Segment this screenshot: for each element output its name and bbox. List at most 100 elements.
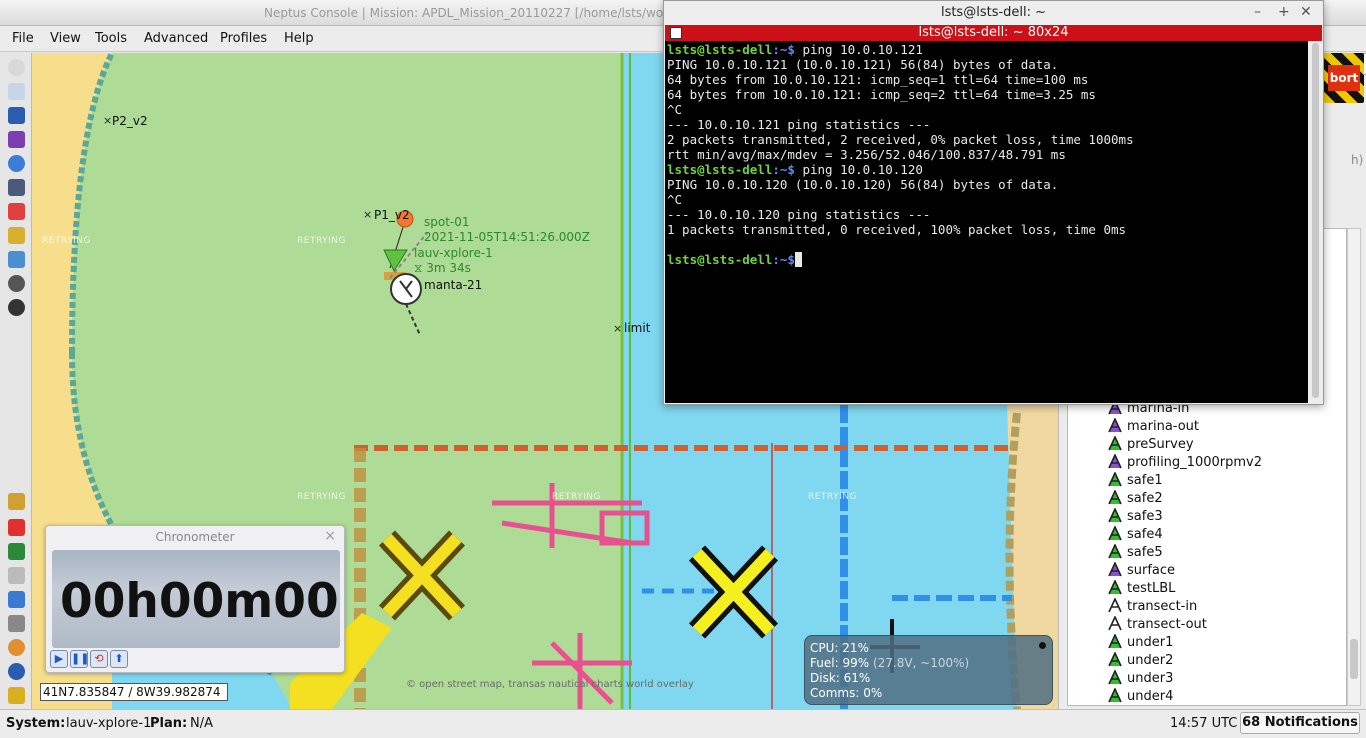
pan-tool-icon[interactable] xyxy=(8,59,25,76)
prompt-path: :~$ xyxy=(772,252,795,267)
plan-icon xyxy=(1108,561,1122,577)
chronometer-time: 00h00m00s xyxy=(60,574,340,629)
menu-advanced[interactable]: Advanced xyxy=(144,31,208,46)
maximize-icon[interactable]: + xyxy=(1278,4,1290,20)
terminal-window[interactable]: lsts@lsts-dell: ~ – + ✕ lsts@lsts-dell: … xyxy=(663,0,1324,405)
info-icon[interactable] xyxy=(8,663,25,680)
system-value: lauv-xplore-1 xyxy=(66,716,152,731)
keyboard-icon[interactable] xyxy=(8,567,25,584)
minimize-icon[interactable]: – xyxy=(1254,4,1261,20)
marker-tool-icon[interactable] xyxy=(8,519,25,536)
abort-button[interactable]: bort xyxy=(1324,53,1364,103)
scroll-thumb[interactable] xyxy=(1350,639,1358,679)
image-tool-icon[interactable] xyxy=(8,251,25,268)
plan-item[interactable]: transect-in xyxy=(1127,599,1197,614)
menu-help[interactable]: Help xyxy=(284,31,314,46)
spot-time-label: 2021-11-05T14:51:26.000Z xyxy=(424,230,590,244)
plan-item[interactable]: surface xyxy=(1127,563,1175,578)
plan-item[interactable]: preSurvey xyxy=(1127,437,1194,452)
plan-list-scrollbar[interactable] xyxy=(1347,228,1361,706)
terminal-tab-icon xyxy=(670,27,682,39)
plan-item[interactable]: marina-out xyxy=(1127,419,1199,434)
menu-tools[interactable]: Tools xyxy=(95,31,127,46)
svg-text:×: × xyxy=(613,322,622,335)
plan-icon xyxy=(1108,417,1122,433)
fuel-value: 99% xyxy=(842,656,870,670)
limit-label: limit xyxy=(624,321,651,335)
plan-icon xyxy=(1108,597,1122,613)
system-label: System: xyxy=(6,716,66,731)
retrying-label: RETRYING xyxy=(552,492,601,502)
prompt-user: lsts@lsts-dell xyxy=(667,42,773,57)
terminal-screen[interactable]: lsts@lsts-dell:~$ ping 10.0.10.121 PING … xyxy=(665,41,1308,403)
plan-item[interactable]: safe5 xyxy=(1127,545,1163,560)
plan-item[interactable]: safe1 xyxy=(1127,473,1163,488)
command-output: PING 10.0.10.120 (10.0.10.120) 56(84) by… xyxy=(667,177,1127,237)
cpu-label: CPU: xyxy=(810,641,839,655)
chart-tool-icon[interactable] xyxy=(8,591,25,608)
plan-item[interactable]: profiling_1000rpmv2 xyxy=(1127,455,1262,470)
plan-icon xyxy=(1108,525,1122,541)
plan-item[interactable]: transect-out xyxy=(1127,617,1207,632)
prompt-user: lsts@lsts-dell xyxy=(667,252,773,267)
main-window-title: Neptus Console | Mission: APDL_Mission_2… xyxy=(264,6,664,20)
plan-icon xyxy=(1108,543,1122,559)
status-bar: System: lauv-xplore-1 Plan: N/A 14:57 UT… xyxy=(0,709,1366,738)
cursor-coordinates: 41N7.835847 / 8W39.982874 xyxy=(40,683,228,701)
plan-item[interactable]: under1 xyxy=(1127,635,1173,650)
vehicle-eta-label: ⧖ 3m 34s xyxy=(414,261,471,275)
plan-item[interactable]: under4 xyxy=(1127,689,1173,704)
terminal-scrollbar[interactable] xyxy=(1309,41,1322,403)
select-tool-icon[interactable] xyxy=(8,107,25,124)
globe-tool-icon[interactable] xyxy=(8,155,25,172)
edit-tool-icon[interactable] xyxy=(8,203,25,220)
terminal-title: lsts@lsts-dell: ~ xyxy=(940,5,1047,20)
chronometer-title: Chronometer xyxy=(155,530,235,544)
terminal-tab[interactable]: lsts@lsts-dell: ~ 80x24 xyxy=(665,25,1322,41)
retrying-label: RETRYING xyxy=(297,492,346,502)
notifications-button[interactable]: 68 Notifications xyxy=(1240,712,1360,734)
ruler-tool-icon[interactable] xyxy=(8,131,25,148)
command-line: ping 10.0.10.121 xyxy=(794,42,923,57)
pin-icon[interactable] xyxy=(8,639,25,656)
close-icon[interactable]: × xyxy=(324,528,336,544)
target-icon[interactable] xyxy=(8,299,25,316)
terminal-cursor xyxy=(794,252,803,267)
print-icon[interactable] xyxy=(8,615,25,632)
reset-icon[interactable]: ⟲ xyxy=(90,650,108,668)
plan-item[interactable]: under2 xyxy=(1127,653,1173,668)
menu-view[interactable]: View xyxy=(50,31,81,46)
marker-label-p2: P2_v2 xyxy=(112,114,148,128)
comms-label: Comms: xyxy=(810,686,860,700)
prompt-path: :~$ xyxy=(772,162,795,177)
pencil-tool-icon[interactable] xyxy=(8,493,25,510)
plan-icon xyxy=(1108,633,1122,649)
play-icon[interactable]: ▶ xyxy=(50,650,68,668)
plan-item[interactable]: testLBL xyxy=(1127,581,1175,596)
plan-item[interactable]: safe3 xyxy=(1127,509,1163,524)
retrying-label: RETRYING xyxy=(808,492,857,502)
close-icon[interactable]: ✕ xyxy=(1300,4,1312,20)
lock-icon[interactable] xyxy=(8,227,25,244)
play-tool-icon[interactable] xyxy=(8,543,25,560)
upload-icon[interactable]: ⬆ xyxy=(110,650,128,668)
svg-text:×: × xyxy=(103,114,112,127)
menu-profiles[interactable]: Profiles xyxy=(220,31,267,46)
manta-label: manta-21 xyxy=(424,278,483,292)
plan-item[interactable]: safe4 xyxy=(1127,527,1163,542)
pause-icon[interactable]: ❚❚ xyxy=(70,650,89,668)
vehicle-tool-icon[interactable] xyxy=(8,179,25,196)
plan-icon xyxy=(1108,489,1122,505)
map-attribution: © open street map, transas nautical char… xyxy=(406,679,694,690)
plan-icon xyxy=(1108,579,1122,595)
marker-label-p1: P1_v2 xyxy=(374,208,410,222)
plan-item[interactable]: under3 xyxy=(1127,671,1173,686)
scroll-thumb[interactable] xyxy=(1312,43,1319,398)
plan-item[interactable]: safe2 xyxy=(1127,491,1163,506)
layers-icon[interactable] xyxy=(8,687,25,704)
menu-file[interactable]: File xyxy=(12,31,34,46)
rotate-tool-icon[interactable] xyxy=(8,83,25,100)
plan-icon xyxy=(1108,507,1122,523)
disk-value: 61% xyxy=(843,671,871,685)
eye-icon[interactable] xyxy=(8,275,25,292)
